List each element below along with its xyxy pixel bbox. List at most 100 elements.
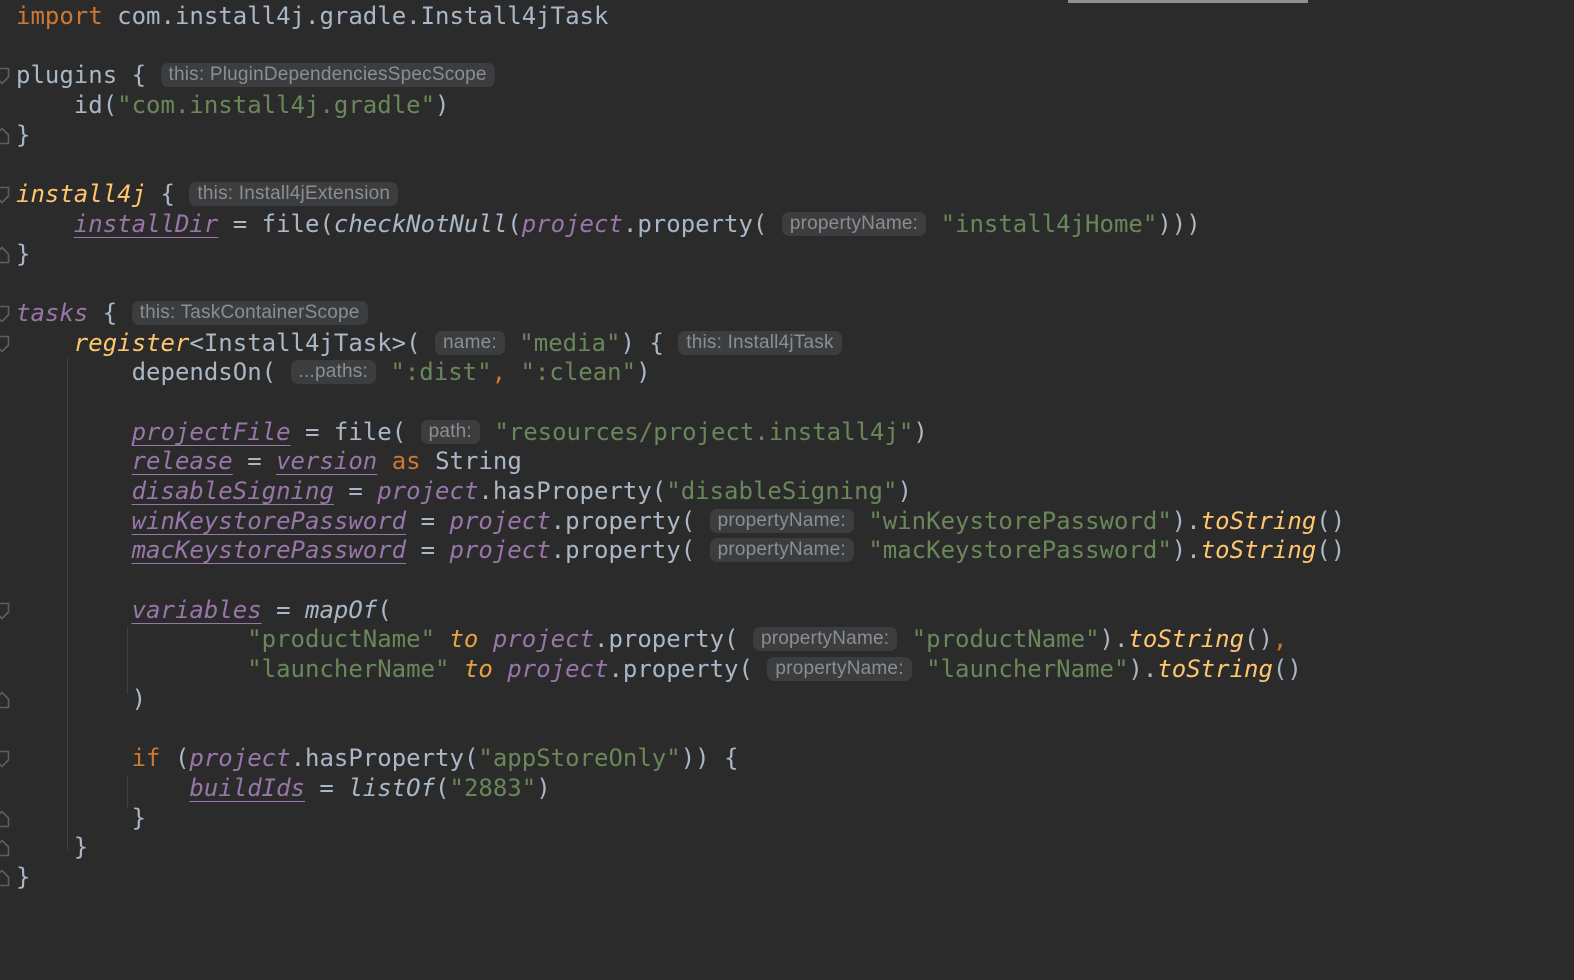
fold-end-icon[interactable] [0,126,11,146]
code-token: ) [435,91,450,120]
code-line: plugins { this: PluginDependenciesSpecSc… [0,61,1574,91]
inlay-hint[interactable]: this: PluginDependenciesSpecScope [160,63,495,88]
code-line: } [0,240,1574,270]
code-token: ). [1099,625,1129,654]
code-token: ( [435,773,450,802]
code-token: () [1316,506,1346,535]
code-token: ) [913,417,928,446]
keyword-token: if [131,744,161,773]
property-token: variables [131,595,262,624]
receiver-token: project [449,506,551,535]
property-token: disableSigning [131,477,334,505]
code-token: } [16,120,31,149]
receiver-token: project [377,477,479,505]
code-token: { [88,298,132,327]
receiver-token: project [189,744,291,773]
function-call-token: toString [1157,655,1273,684]
function-call-token: toString [1200,536,1317,565]
inlay-hint[interactable]: this: Install4jExtension [189,182,399,207]
code-token: ( [507,209,522,238]
fold-end-icon[interactable] [0,838,11,858]
receiver-token: project [507,655,609,684]
inlay-hint[interactable]: path: [420,419,480,444]
keyword-token: import [16,2,103,30]
fold-end-icon[interactable] [0,809,11,829]
receiver-token: project [492,625,594,654]
code-line: projectFile = file( path: "resources/pro… [0,418,1574,448]
fold-start-icon[interactable] [0,749,11,769]
property-token: installDir [73,209,219,238]
infix-to-token: to [449,625,479,654]
string-token: "productName" [247,625,436,654]
code-line: winKeystorePassword = project.property( … [0,507,1574,537]
string-token: "winKeystorePassword" [868,506,1172,535]
code-token: = [304,773,349,802]
inlay-hint[interactable]: propertyName: [781,211,927,236]
fold-start-icon[interactable] [0,601,11,621]
inlay-hint[interactable]: propertyName: [752,627,898,652]
inlay-hint[interactable]: ...paths: [290,360,376,385]
code-token: = file( [290,417,421,446]
fold-start-icon[interactable] [0,66,11,86]
inlay-hint[interactable]: this: TaskContainerScope [131,300,368,325]
fold-end-icon[interactable] [0,690,11,710]
fold-end-icon[interactable] [0,245,11,265]
code-token: )) { [680,744,739,773]
fold-start-icon[interactable] [0,334,11,354]
code-line: } [0,833,1574,863]
inlay-hint[interactable]: this: Install4jTask [678,330,842,355]
code-token: = [406,506,450,535]
code-line: install4j { this: Install4jExtension [0,180,1574,210]
code-line: buildIds = listOf("2883") [0,774,1574,804]
code-token: () [1272,655,1302,684]
inlay-hint[interactable]: propertyName: [709,508,854,533]
code-line: } [0,863,1574,893]
keyword-token: as [391,447,421,476]
inlay-hint[interactable]: propertyName: [709,538,854,563]
code-token: ). [1171,536,1201,565]
property-token: winKeystorePassword [131,506,407,535]
fold-start-icon[interactable] [0,304,11,324]
string-token: "macKeystorePassword" [868,536,1172,565]
string-token: "productName" [911,625,1100,654]
code-line: variables = mapOf( [0,596,1574,626]
code-token: .property( [550,536,710,565]
code-line: macKeystorePassword = project.property( … [0,536,1574,566]
string-token: ":clean" [520,358,637,387]
function-call-token: install4j [16,180,147,209]
fold-end-icon[interactable] [0,868,11,888]
infix-to-token: to [463,655,493,684]
code-token: .hasProperty( [290,744,479,773]
code-token: ) [536,773,551,802]
code-token: } [16,239,31,268]
fold-start-icon[interactable] [0,185,11,205]
string-token: ":dist" [390,358,492,387]
code-token: id( [16,91,118,120]
code-token: = file( [218,209,334,238]
code-token: .hasProperty( [478,477,667,505]
code-token: ) [897,477,912,505]
code-line: if (project.hasProperty("appStoreOnly"))… [0,744,1574,774]
code-token: .property( [622,209,782,238]
code-token: = [333,477,378,505]
code-editor[interactable]: import com.install4j.gradle.Install4jTas… [0,0,1574,980]
code-token: } [16,862,31,891]
inlay-hint[interactable]: name: [435,330,505,355]
comma-token: , [1272,625,1288,654]
inlay-hint[interactable]: propertyName: [767,657,912,682]
code-token: () [1244,625,1273,654]
